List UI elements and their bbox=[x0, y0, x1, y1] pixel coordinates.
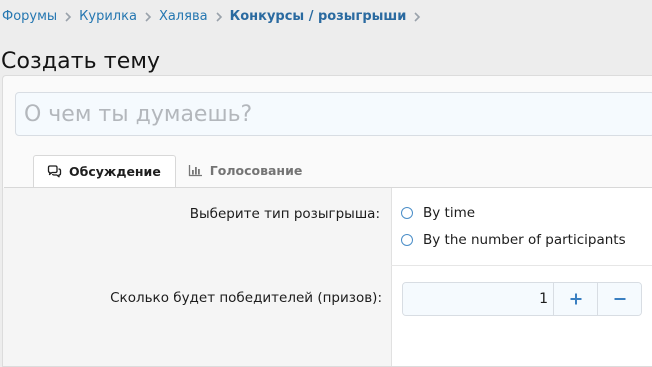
tab-poll-label: Голосование bbox=[209, 163, 303, 178]
breadcrumb-link-forums[interactable]: Форумы bbox=[2, 9, 57, 24]
radio-by-time-label: By time bbox=[423, 205, 476, 221]
radio-button[interactable] bbox=[401, 234, 413, 246]
tabs: Обсуждение Голосование bbox=[33, 155, 315, 188]
chevron-right-icon bbox=[64, 11, 72, 23]
tab-poll[interactable]: Голосование bbox=[176, 155, 316, 186]
radio-by-participants[interactable]: By the number of participants bbox=[401, 232, 626, 248]
winners-count-stepper bbox=[402, 282, 642, 316]
radio-button[interactable] bbox=[401, 207, 413, 219]
chevron-right-icon bbox=[144, 11, 152, 23]
chevron-right-icon bbox=[215, 11, 223, 23]
chevron-right-icon bbox=[413, 11, 421, 23]
breadcrumb: Форумы Курилка Халява Конкурсы / розыгры… bbox=[2, 9, 428, 24]
radio-by-time[interactable]: By time bbox=[401, 205, 475, 221]
breadcrumb-link-halyava[interactable]: Халява bbox=[159, 9, 208, 24]
bar-chart-icon bbox=[188, 164, 203, 177]
radio-by-participants-label: By the number of participants bbox=[423, 232, 626, 248]
minus-icon bbox=[614, 293, 626, 305]
plus-icon bbox=[570, 293, 582, 305]
page-title: Создать тему bbox=[1, 48, 161, 74]
row-divider bbox=[391, 265, 652, 266]
winners-count-label: Сколько будет победителей (призов): bbox=[110, 290, 382, 306]
winners-count-input[interactable] bbox=[403, 283, 553, 315]
giveaway-type-label: Выберите тип розыгрыша: bbox=[189, 206, 380, 222]
create-thread-form: Обсуждение Голосование Выберите тип розы… bbox=[2, 75, 652, 367]
increment-button[interactable] bbox=[553, 283, 597, 315]
breadcrumb-link-contests[interactable]: Конкурсы / розыгрыши bbox=[230, 9, 407, 24]
tab-discussion-label: Обсуждение bbox=[69, 164, 161, 179]
tab-discussion[interactable]: Обсуждение bbox=[33, 155, 176, 188]
giveaway-form: Выберите тип розыгрыша: By time By the n… bbox=[3, 188, 652, 366]
decrement-button[interactable] bbox=[597, 283, 641, 315]
comments-icon bbox=[47, 165, 62, 178]
breadcrumb-link-kurilka[interactable]: Курилка bbox=[79, 9, 137, 24]
thread-title-input[interactable] bbox=[15, 92, 652, 136]
